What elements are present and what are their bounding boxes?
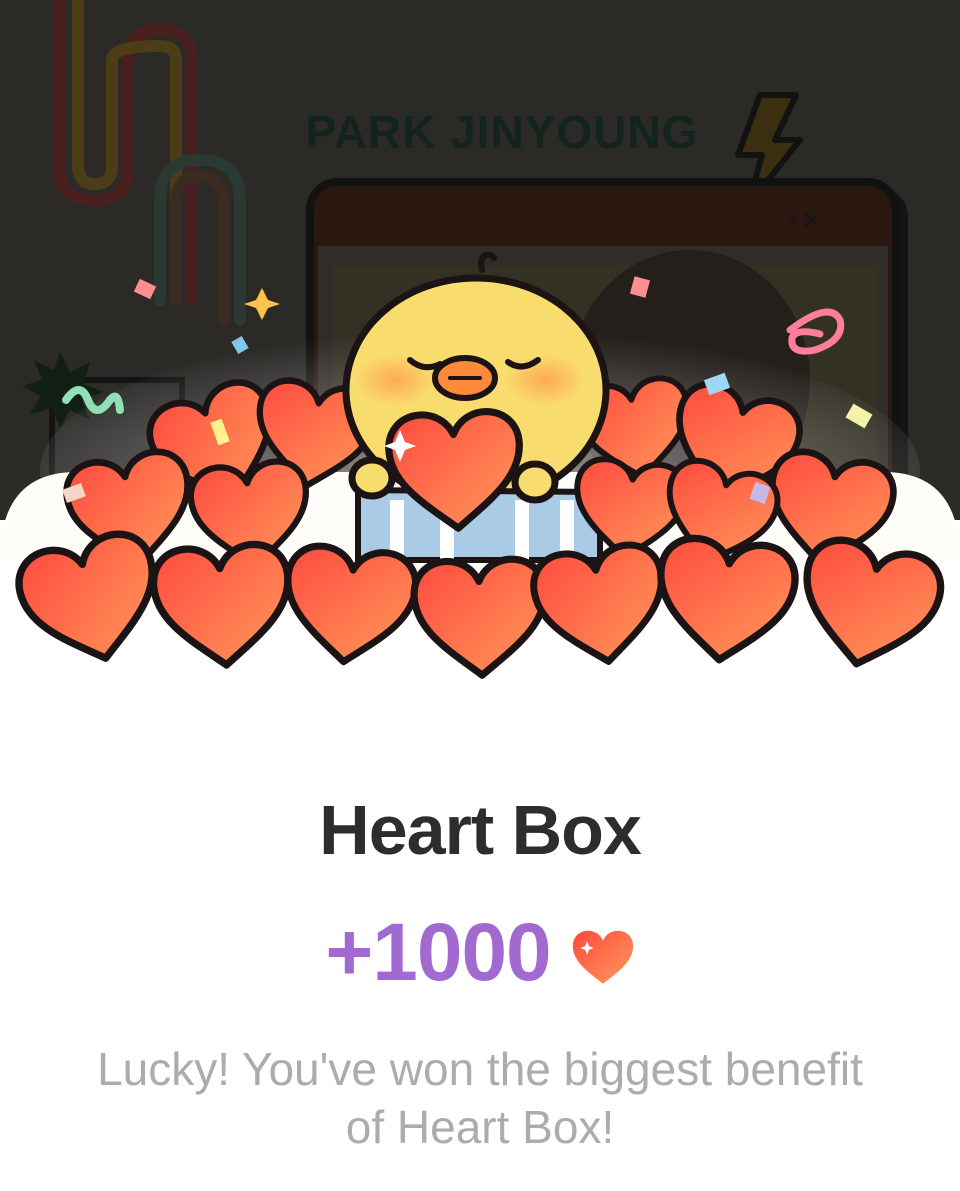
- reward-amount: +1000: [325, 907, 551, 998]
- heart-box-illustration: [0, 251, 960, 710]
- reward-message: Lucky! You've won the biggest benefit of…: [97, 1043, 863, 1153]
- popup-title: Heart Box: [319, 791, 642, 869]
- heart-icon: [572, 930, 633, 984]
- svg-text:_ ▫ ✕: _ ▫ ✕: [769, 208, 821, 233]
- poster-title: PARK JINYOUNG: [306, 106, 699, 158]
- reward-row: +1000: [0, 908, 960, 998]
